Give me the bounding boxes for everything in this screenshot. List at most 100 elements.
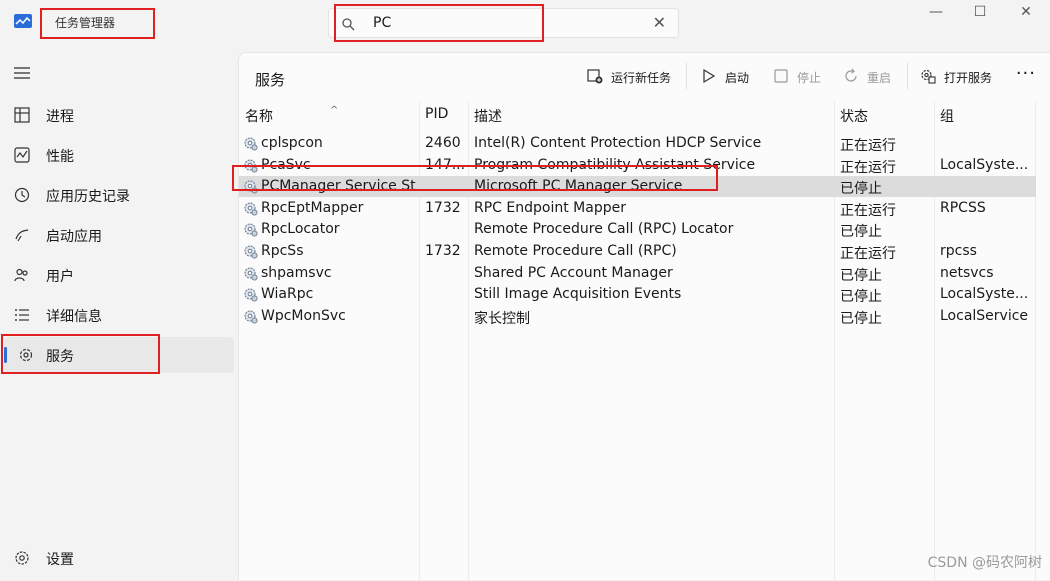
service-description: Program Compatibility Assistant Service — [474, 156, 756, 173]
service-status: 已停止 — [840, 310, 882, 327]
app-title: 任务管理器 — [55, 16, 116, 30]
restart-label: 重启 — [867, 71, 892, 85]
watermark: CSDN @码农阿树 — [927, 555, 1042, 571]
service-status: 正在运行 — [840, 159, 896, 176]
service-name: WpcMonSvc — [261, 307, 346, 324]
sidebar-item-settings[interactable]: 设置 — [4, 540, 234, 576]
hamburger-menu-icon[interactable] — [14, 66, 30, 80]
service-group: LocalSyste... — [940, 156, 1029, 173]
start-button[interactable]: 启动 — [701, 65, 755, 89]
run-new-task-button[interactable]: 运行新任务 — [587, 65, 677, 89]
service-status: 已停止 — [840, 267, 882, 284]
service-name: cplspcon — [261, 135, 323, 151]
run-new-task-label: 运行新任务 — [611, 71, 672, 85]
service-description: Still Image Acquisition Events — [474, 286, 682, 303]
column-header-group[interactable]: 组 — [940, 106, 954, 126]
services-icon — [19, 348, 33, 362]
service-description: Remote Procedure Call (RPC) Locator — [474, 221, 734, 238]
column-header-pid[interactable]: PID — [425, 106, 448, 122]
service-name: PCManager Service St... — [261, 178, 417, 195]
close-icon[interactable]: ✕ — [653, 13, 666, 32]
active-indicator — [4, 347, 7, 363]
performance-icon — [14, 147, 30, 163]
service-group: rpcss — [940, 243, 977, 259]
sidebar-item-label: 应用历史记录 — [46, 189, 130, 205]
service-description: 家长控制 — [474, 310, 530, 327]
table-row[interactable]: RpcEptMapper 1732 RPC Endpoint Mapper 正在运行 R… — [239, 198, 1036, 219]
service-gear-icon — [244, 159, 258, 173]
new-task-icon — [587, 69, 603, 84]
service-name: shpamsvc — [261, 264, 332, 281]
service-description: RPC Endpoint Mapper — [474, 199, 626, 216]
stop-label: 停止 — [797, 71, 822, 85]
page-title: 服务 — [255, 71, 286, 89]
service-name: RpcLocator — [261, 221, 340, 238]
service-description: Remote Procedure Call (RPC) — [474, 243, 677, 259]
sidebar-item-label: 服务 — [46, 349, 74, 365]
sidebar-item-performance[interactable]: 性能 — [4, 137, 234, 173]
table-row[interactable]: WpcMonSvc 家长控制 已停止 LocalService — [239, 306, 1036, 327]
details-icon — [15, 309, 29, 321]
sidebar-item-users[interactable]: 用户 — [4, 257, 234, 293]
service-status: 已停止 — [840, 224, 882, 241]
sidebar-item-details[interactable]: 详细信息 — [4, 297, 234, 333]
column-header-name[interactable]: 名称 ^ — [245, 105, 338, 126]
service-gear-icon — [244, 267, 258, 281]
stop-button[interactable]: 停止 — [773, 65, 827, 89]
service-status: 已停止 — [840, 181, 882, 198]
table-row[interactable]: shpamsvc Shared PC Account Manager 已停止 nets… — [239, 263, 1036, 284]
processes-icon — [14, 107, 30, 123]
service-gear-icon — [244, 202, 258, 216]
table-row[interactable]: cplspcon 2460 Intel(R) Content Protection … — [239, 133, 1036, 154]
column-header-status[interactable]: 状态 — [840, 106, 868, 126]
table-row[interactable]: WiaRpc Still Image Acquisition Events 已停止 L… — [239, 284, 1036, 305]
search-box[interactable]: PC ✕ — [328, 8, 679, 38]
sidebar-item-services[interactable]: 服务 — [4, 337, 234, 373]
service-description: Shared PC Account Manager — [474, 264, 673, 281]
search-input[interactable]: PC — [373, 15, 391, 31]
sidebar-item-label: 用户 — [46, 269, 74, 285]
sidebar-item-label: 性能 — [46, 149, 74, 165]
service-gear-icon — [244, 223, 258, 237]
service-pid: 2460 — [425, 135, 461, 151]
table-row[interactable]: PCManager Service St... Microsoft PC Mana… — [239, 176, 1036, 198]
service-status: 正在运行 — [840, 138, 896, 154]
close-window-button[interactable]: ✕ — [1006, 4, 1046, 26]
play-icon — [703, 68, 716, 84]
service-name: WiaRpc — [261, 286, 314, 303]
toolbar-divider — [686, 63, 687, 89]
toolbar-divider — [907, 63, 908, 89]
open-services-button[interactable]: 打开服务 — [920, 65, 1000, 89]
title-bar: 任务管理器 PC ✕ — ☐ ✕ — [0, 0, 1050, 46]
sort-ascending-icon: ^ — [330, 105, 339, 116]
service-pid: 1732 — [425, 243, 461, 259]
service-group: RPCSS — [940, 199, 986, 216]
service-name: PcaSvc — [261, 156, 311, 173]
users-icon — [14, 268, 28, 282]
sidebar: 进程 性能 应用历史记录 启动应用 用户 详细信息 服务 设置 — [0, 46, 238, 580]
maximize-button[interactable]: ☐ — [960, 4, 1000, 26]
service-gear-icon — [244, 180, 258, 194]
column-header-description[interactable]: 描述 — [474, 106, 502, 126]
service-gear-icon — [244, 245, 258, 259]
restart-button[interactable]: 重启 — [843, 65, 903, 89]
table-row[interactable]: RpcLocator Remote Procedure Call (RPC) Lo… — [239, 219, 1036, 240]
service-name: RpcEptMapper — [261, 199, 364, 216]
service-group: LocalSyste... — [940, 286, 1029, 303]
service-name: RpcSs — [261, 243, 304, 259]
sidebar-item-startup-apps[interactable]: 启动应用 — [4, 217, 234, 253]
startup-icon — [15, 229, 29, 242]
minimize-button[interactable]: — — [916, 4, 956, 26]
task-manager-icon — [14, 14, 32, 28]
service-group: netsvcs — [940, 264, 994, 281]
sidebar-item-label: 进程 — [46, 109, 74, 125]
sidebar-item-processes[interactable]: 进程 — [4, 97, 234, 133]
service-pid: 1732 — [425, 199, 461, 216]
table-row[interactable]: RpcSs 1732 Remote Procedure Call (RPC) 正在运行… — [239, 241, 1036, 262]
table-row[interactable]: PcaSvc 147... Program Compatibility Assist… — [239, 155, 1036, 176]
service-description: Intel(R) Content Protection HDCP Service — [474, 135, 762, 151]
start-label: 启动 — [725, 71, 750, 85]
service-gear-icon — [244, 288, 258, 302]
sidebar-item-app-history[interactable]: 应用历史记录 — [4, 177, 234, 213]
more-options-icon[interactable]: ··· — [1016, 63, 1036, 84]
